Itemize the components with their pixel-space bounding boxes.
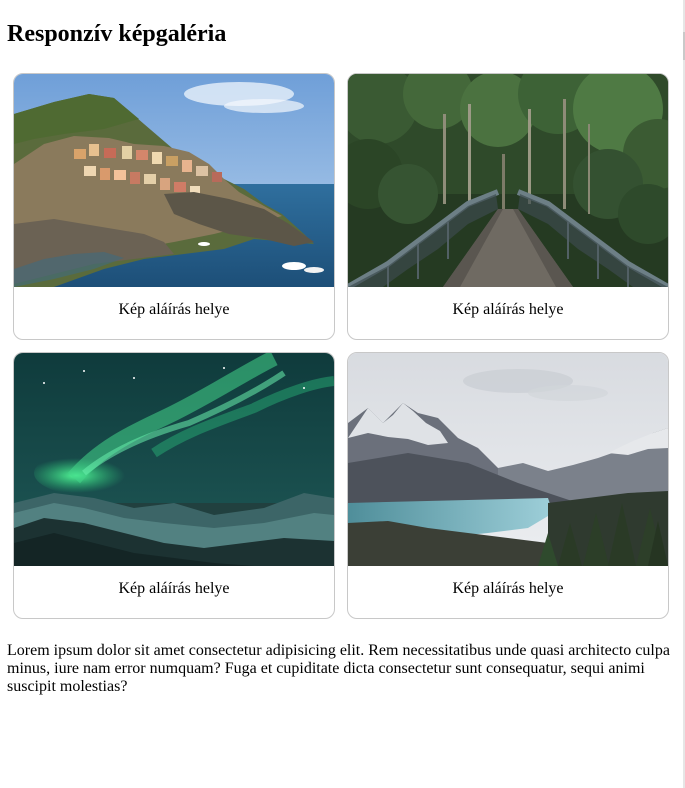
aurora-image[interactable] <box>14 353 334 566</box>
gallery-card[interactable]: Kép aláírás helye <box>13 73 335 340</box>
gallery-card[interactable]: Kép aláírás helye <box>347 73 669 340</box>
gallery-card[interactable]: Kép aláírás helye <box>13 352 335 619</box>
page-title: Responzív képgaléria <box>7 21 227 47</box>
image-gallery: Kép aláírás helye Kép aláírás helye Kép … <box>13 73 669 619</box>
page: Responzív képgaléria Kép aláírás helye K… <box>0 0 683 788</box>
image-caption: Kép aláírás helye <box>452 301 564 318</box>
intro-paragraph: Lorem ipsum dolor sit amet consectetur a… <box>7 642 670 695</box>
image-caption: Kép aláírás helye <box>452 580 564 597</box>
forest-bridge-image[interactable] <box>348 74 668 287</box>
mountain-lake-image[interactable] <box>348 353 668 566</box>
coastal-village-image[interactable] <box>14 74 334 287</box>
image-caption: Kép aláírás helye <box>118 301 230 318</box>
gallery-card[interactable]: Kép aláírás helye <box>347 352 669 619</box>
image-caption: Kép aláírás helye <box>118 580 230 597</box>
